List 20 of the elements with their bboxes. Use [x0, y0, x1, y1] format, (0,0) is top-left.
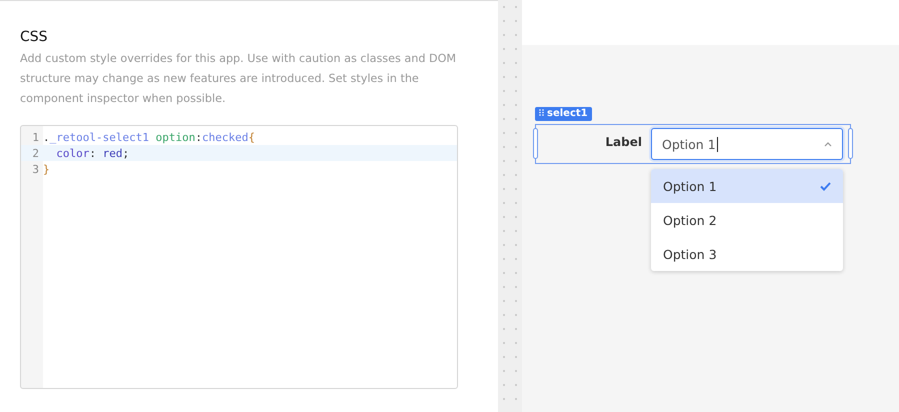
line-number: 3: [31, 162, 40, 176]
code-line: color: red;: [55, 146, 130, 160]
code-editor[interactable]: 1 ._retool-select1 option:checked{ 2 color: red; 3 }: [20, 125, 458, 389]
checkmark-icon: [820, 182, 831, 190]
select-field[interactable]: Option 1: [651, 128, 843, 160]
drag-handle-icon: [539, 109, 544, 116]
code-line: }: [43, 162, 50, 176]
resize-handle[interactable]: [848, 128, 853, 159]
section-title: CSS: [20, 29, 49, 45]
section-description: Add custom style overrides for this app. Use with caution as classes and DOM structure may change as new features are introduced. Set styles in the component inspector when possible.: [20, 51, 458, 107]
code-line: ._retool-select1 option:checked{: [43, 130, 255, 144]
caret-icon: [824, 142, 832, 146]
dropdown-option[interactable]: Option 2: [651, 203, 843, 237]
component-badge[interactable]: select1: [535, 107, 592, 121]
line-number: 2: [31, 146, 40, 160]
line-number: 1: [31, 130, 40, 144]
resize-handle[interactable]: [533, 128, 538, 159]
field-label: Label: [605, 135, 642, 149]
dropdown-option[interactable]: Option 3: [651, 237, 843, 271]
dropdown-option[interactable]: Option 1: [651, 169, 843, 203]
